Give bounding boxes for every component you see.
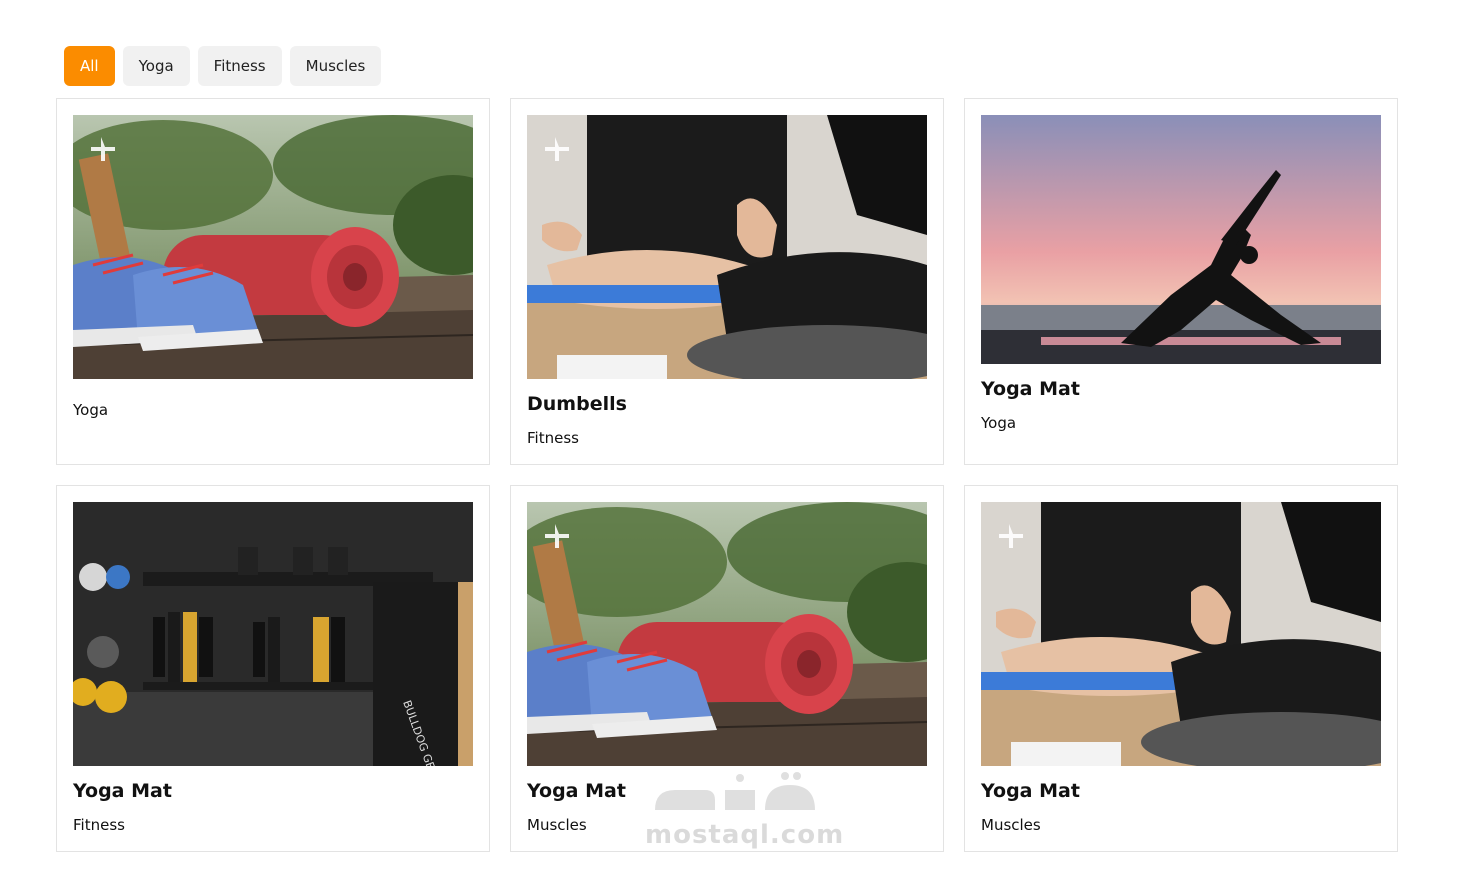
product-title: Yoga Mat [73,780,172,802]
meditation-image [527,115,927,379]
product-title: Dumbells [527,393,627,415]
filter-yoga-button[interactable]: Yoga [122,46,190,86]
product-card[interactable]: Yoga Mat Yoga [964,98,1398,465]
product-category: Muscles [527,816,587,834]
product-category: Muscles [981,816,1041,834]
yoga-mat-sneakers-image [527,502,927,766]
product-card[interactable]: Yoga [56,98,490,465]
product-category: Yoga [73,401,109,419]
product-card[interactable]: Dumbells Fitness [510,98,944,465]
product-title: Yoga Mat [981,378,1080,400]
filter-bar: All Yoga Fitness Muscles [64,46,382,86]
product-title: Yoga Mat [981,780,1080,802]
product-card[interactable]: BULLDOG GEAR Yoga Mat Fitness [56,485,490,852]
gym-weights-image: BULLDOG GEAR [73,502,473,766]
product-grid: Yoga Dumbells Fitness Yoga Mat Yoga BULL… [56,98,1399,852]
product-category: Yoga [981,414,1017,432]
product-card[interactable]: Yoga Mat Muscles [510,485,944,852]
product-category: Fitness [73,816,125,834]
yoga-mat-sneakers-image [73,115,473,379]
sunset-yoga-image [981,115,1381,364]
filter-all-button[interactable]: All [64,46,115,86]
meditation-image [981,502,1381,766]
filter-fitness-button[interactable]: Fitness [197,46,282,86]
product-category: Fitness [527,429,579,447]
product-title: Yoga Mat [527,780,626,802]
product-card[interactable]: Yoga Mat Muscles [964,485,1398,852]
filter-muscles-button[interactable]: Muscles [289,46,382,86]
